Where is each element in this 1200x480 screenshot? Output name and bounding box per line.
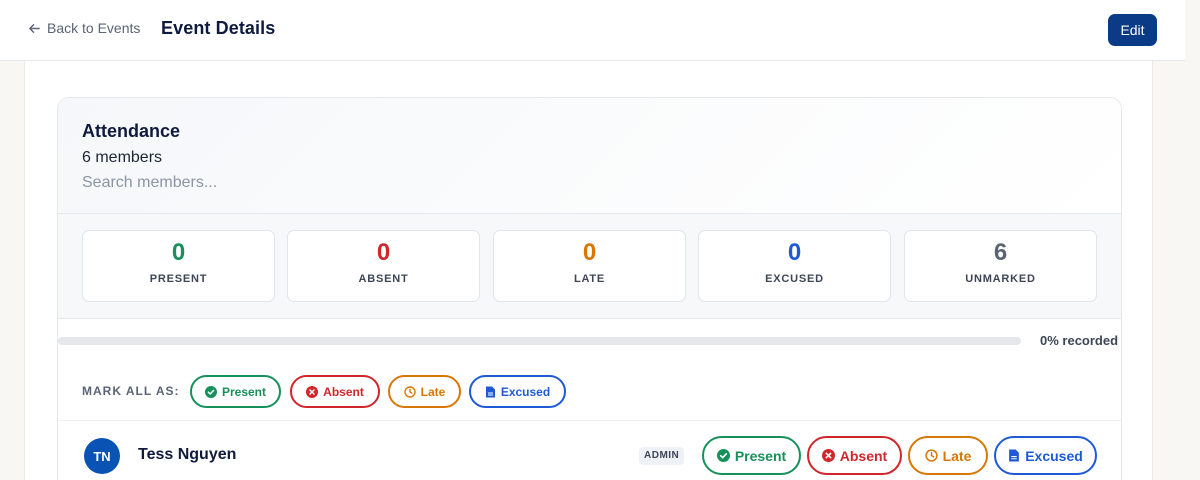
clock-icon bbox=[924, 449, 938, 462]
stat-present: 0 PRESENT bbox=[82, 230, 275, 302]
mark-all-late-button[interactable]: Late bbox=[388, 375, 461, 408]
top-bar: Back to Events Event Details Edit bbox=[0, 0, 1185, 61]
pill-label: Late bbox=[420, 384, 446, 399]
pill-label: Excused bbox=[1025, 447, 1083, 464]
stat-value: 0 bbox=[582, 239, 597, 266]
back-to-events-link[interactable]: Back to Events bbox=[28, 20, 140, 36]
recorded-progress-bar bbox=[58, 337, 1021, 345]
check-circle-icon bbox=[204, 385, 217, 398]
stat-excused: 0 EXCUSED bbox=[698, 230, 891, 302]
attendance-title: Attendance bbox=[82, 121, 181, 141]
check-circle-icon bbox=[716, 449, 730, 462]
stat-value: 6 bbox=[993, 239, 1008, 266]
page-title: Event Details bbox=[161, 18, 276, 38]
stat-absent: 0 ABSENT bbox=[287, 230, 480, 302]
stat-value: 0 bbox=[171, 239, 186, 266]
member-name: Tess Nguyen bbox=[138, 446, 237, 463]
page-scrollbar[interactable] bbox=[1185, 0, 1200, 480]
stat-label: EXCUSED bbox=[765, 273, 824, 285]
row-divider bbox=[58, 420, 1121, 421]
pill-label: Present bbox=[221, 384, 267, 399]
search-members-input[interactable] bbox=[82, 172, 482, 194]
pill-label: Present bbox=[734, 447, 787, 464]
stat-label: LATE bbox=[573, 273, 606, 285]
arrow-left-icon bbox=[29, 23, 40, 33]
stat-label: PRESENT bbox=[149, 273, 208, 285]
attendance-card: Attendance 6 members 0 PRESENT 0 ABSENT … bbox=[57, 97, 1122, 480]
stat-value: 0 bbox=[376, 239, 391, 266]
stat-late: 0 LATE bbox=[493, 230, 686, 302]
edit-button[interactable]: Edit bbox=[1108, 14, 1157, 46]
pill-label: Excused bbox=[500, 384, 551, 399]
pill-label: Late bbox=[942, 447, 972, 464]
stat-label: UNMARKED bbox=[965, 273, 1036, 285]
member-late-button[interactable]: Late bbox=[908, 436, 988, 475]
x-circle-icon bbox=[306, 385, 319, 398]
mark-all-absent-button[interactable]: Absent bbox=[290, 375, 380, 408]
pill-label: Absent bbox=[323, 384, 364, 399]
mark-all-label: MARK ALL AS: bbox=[82, 384, 180, 398]
stat-label: ABSENT bbox=[358, 273, 409, 285]
stat-unmarked: 6 UNMARKED bbox=[904, 230, 1097, 302]
stat-value: 0 bbox=[787, 239, 802, 266]
member-count: 6 members bbox=[82, 149, 163, 166]
mark-all-excused-button[interactable]: Excused bbox=[469, 375, 566, 408]
event-panel: Attendance 6 members 0 PRESENT 0 ABSENT … bbox=[24, 61, 1153, 480]
member-present-button[interactable]: Present bbox=[702, 436, 801, 475]
attendance-stats: 0 PRESENT 0 ABSENT 0 LATE 0 EXCUSED 6 UN… bbox=[58, 214, 1121, 319]
document-icon bbox=[1009, 449, 1020, 462]
avatar: TN bbox=[84, 438, 120, 474]
role-badge: ADMIN bbox=[639, 447, 685, 465]
clock-icon bbox=[403, 385, 416, 398]
pill-label: Absent bbox=[839, 447, 888, 464]
attendance-header: Attendance 6 members bbox=[58, 98, 1121, 214]
x-circle-icon bbox=[821, 449, 835, 462]
member-absent-button[interactable]: Absent bbox=[807, 436, 902, 475]
document-icon bbox=[485, 386, 495, 397]
member-excused-button[interactable]: Excused bbox=[994, 436, 1097, 475]
back-label: Back to Events bbox=[47, 20, 141, 36]
recorded-progress-label: 0% recorded bbox=[1040, 333, 1119, 348]
mark-all-present-button[interactable]: Present bbox=[190, 375, 281, 408]
